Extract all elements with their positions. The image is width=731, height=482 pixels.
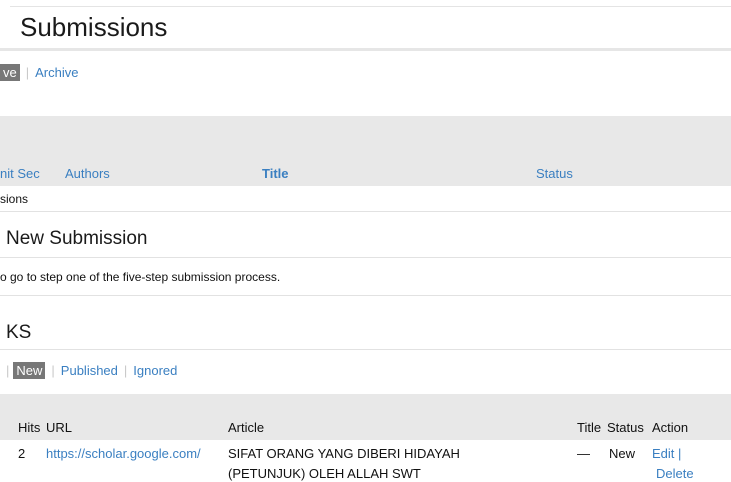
section-divider [0,349,731,350]
article-line-1: SIFAT ORANG YANG DIBERI HIDAYAH [228,446,460,461]
action-edit: Edit | [652,446,681,461]
top-divider [10,6,731,7]
column-header-title: Title [577,420,602,435]
column-header-url: URL [46,420,73,435]
title-value: — [577,446,590,461]
article-line-2: (PETUNJUK) OLEH ALLAH SWT [228,466,421,481]
tab-ignored[interactable]: Ignored [133,363,177,378]
action-separator: | [674,446,682,461]
status-value: New [609,446,636,461]
section-divider [0,295,731,296]
submissions-empty-text: sions [0,192,29,206]
column-header-hits: Hits [18,420,41,435]
title-divider [0,48,731,51]
column-header-action: Action [652,420,689,435]
tab-separator: | [123,363,128,378]
column-header-status[interactable]: Status [536,166,573,181]
column-header-authors[interactable]: Authors [65,166,110,181]
tab-published[interactable]: Published [61,363,118,378]
tab-active[interactable]: ve [0,64,20,81]
edit-link[interactable]: Edit [652,446,674,461]
section-divider [0,257,731,258]
links-tabs: | New | Published | Ignored [6,362,177,379]
delete-link[interactable]: Delete [656,466,694,481]
tab-archive[interactable]: Archive [35,65,78,80]
new-submission-heading: New Submission [6,228,148,249]
column-header-title[interactable]: Title [262,166,289,181]
tab-separator: | [51,363,55,378]
hits-value: 2 [18,446,26,461]
new-submission-text: o go to step one of the five-step submis… [0,270,281,284]
tab-separator: | [6,363,10,378]
column-header-submit-sec[interactable]: nit Sec [0,166,40,181]
row-divider [0,211,731,212]
page-title: Submissions [20,12,168,42]
column-header-article: Article [228,420,265,435]
tab-separator: | [25,65,30,80]
submission-tabs: ve | Archive [0,64,78,81]
url-link[interactable]: https://scholar.google.com/ [46,446,201,461]
column-header-status: Status [607,420,644,435]
links-heading: KS [6,322,32,343]
tab-new[interactable]: New [13,362,46,379]
